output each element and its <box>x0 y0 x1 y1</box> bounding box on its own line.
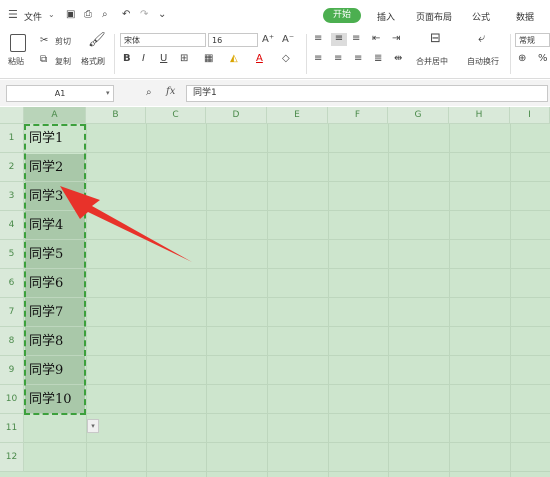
arrow-shape <box>60 186 192 262</box>
red-arrow-annotation <box>60 186 192 262</box>
